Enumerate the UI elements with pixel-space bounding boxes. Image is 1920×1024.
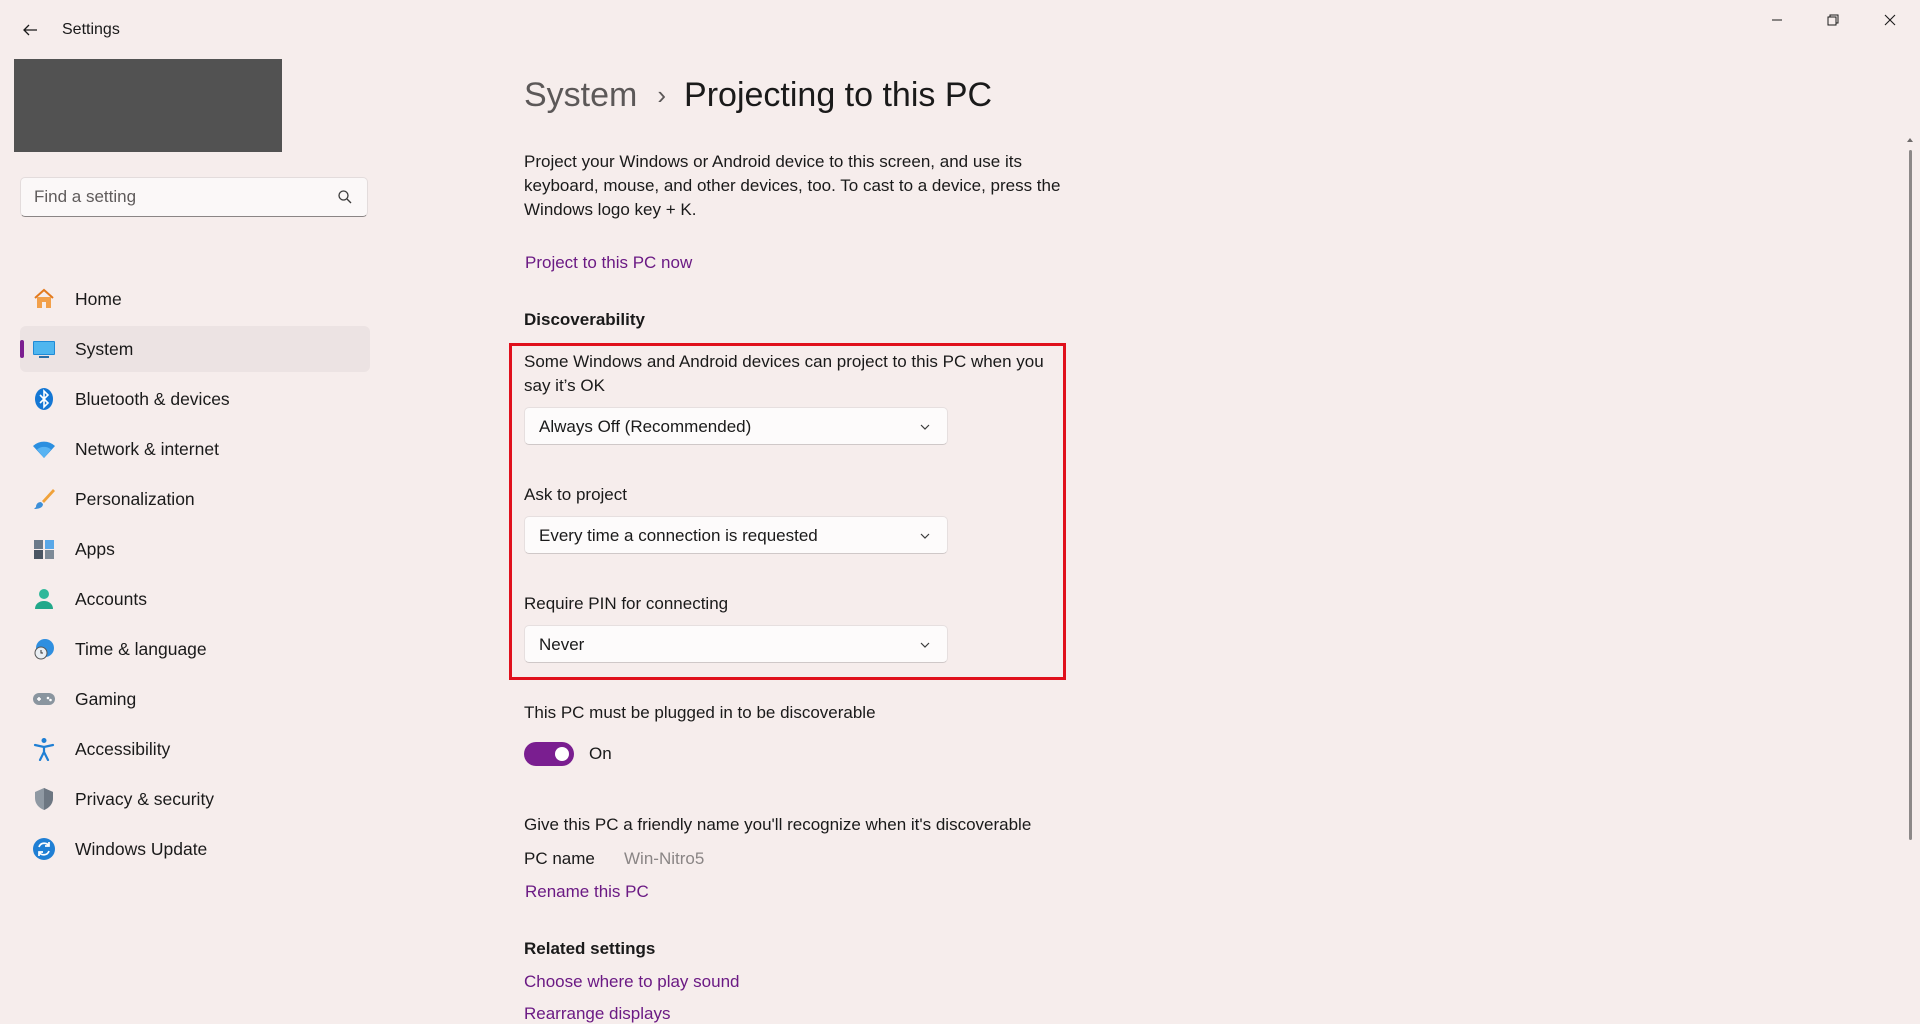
account-banner[interactable] [14,59,282,152]
restore-icon [1827,14,1839,26]
scrollbar[interactable] [1906,136,1914,840]
project-to-pc-link[interactable]: Project to this PC now [525,253,692,273]
plugged-in-toggle[interactable] [524,742,574,766]
chevron-down-icon [920,424,930,430]
back-arrow-icon [23,24,37,36]
search-icon[interactable] [337,189,353,205]
sidebar-item-label: Time & language [75,639,207,659]
back-button[interactable] [16,16,44,44]
toggle-state-label: On [589,744,612,763]
minimize-button[interactable] [1749,4,1805,36]
sidebar-item-gaming[interactable]: Gaming [20,676,370,722]
shield-icon [32,787,56,811]
app-title: Settings [62,21,120,38]
sidebar-item-accounts[interactable]: Accounts [20,576,370,622]
pc-name-label: PC name [524,849,595,868]
sidebar-item-label: Bluetooth & devices [75,389,230,409]
bluetooth-icon [32,387,56,411]
related-link-sound[interactable]: Choose where to play sound [524,972,739,992]
sidebar-item-windows-update[interactable]: Windows Update [20,826,370,872]
chevron-down-icon [920,533,930,539]
sidebar-item-label: Privacy & security [75,789,215,809]
chevron-down-icon [920,642,930,648]
require-pin-dropdown[interactable]: Never [524,625,948,663]
accounts-icon [32,587,56,611]
breadcrumb-chevron-icon: › [657,79,667,110]
sidebar-item-label: Home [75,289,122,309]
accessibility-icon [32,737,56,761]
scroll-thumb[interactable] [1909,150,1912,840]
sidebar-item-label: Accounts [75,589,147,609]
brush-icon [32,487,56,511]
sidebar-item-time-language[interactable]: Time & language [20,626,370,672]
minimize-icon [1772,19,1782,21]
discoverability-heading: Discoverability [524,310,645,329]
related-link-displays[interactable]: Rearrange displays [524,1004,670,1024]
apps-icon [32,537,56,561]
gamepad-icon [32,687,56,711]
close-button[interactable] [1862,4,1918,36]
availability-dropdown[interactable]: Always Off (Recommended) [524,407,948,445]
sidebar-item-label: Gaming [75,689,137,709]
home-icon [32,287,56,311]
availability-label: Some Windows and Android devices can pro… [524,352,1044,395]
rename-pc-link[interactable]: Rename this PC [525,882,649,902]
sidebar-item-personalization[interactable]: Personalization [20,476,370,522]
sidebar-item-label: Apps [75,539,115,559]
sidebar-nav: Home System Bluetooth & devices Network … [20,276,370,876]
search-box[interactable] [20,177,368,217]
require-pin-label: Require PIN for connecting [524,594,729,613]
toggle-knob [555,747,569,761]
title-bar: Settings [0,0,1920,60]
scroll-up-arrow-icon[interactable] [1906,136,1914,144]
ask-to-project-value: Every time a connection is requested [539,526,818,545]
page-description: Project your Windows or Android device t… [524,152,1061,219]
selection-indicator [20,340,24,358]
page-title: Projecting to this PC [684,75,993,114]
sidebar-item-network[interactable]: Network & internet [20,426,370,472]
sidebar-item-label: Network & internet [75,439,219,459]
sidebar-item-system[interactable]: System [20,326,370,372]
plugged-in-label: This PC must be plugged in to be discove… [524,703,876,722]
search-input[interactable] [21,178,334,216]
update-icon [32,837,56,861]
sidebar-item-home[interactable]: Home [20,276,370,322]
ask-to-project-label: Ask to project [524,485,627,504]
sidebar-item-apps[interactable]: Apps [20,526,370,572]
close-icon [1884,14,1896,26]
availability-value: Always Off (Recommended) [539,417,752,436]
sidebar-item-bluetooth[interactable]: Bluetooth & devices [20,376,370,422]
sidebar-item-label: System [75,339,134,359]
sidebar-item-accessibility[interactable]: Accessibility [20,726,370,772]
sidebar-item-label: Personalization [75,489,195,509]
require-pin-value: Never [539,635,585,654]
friendly-name-label: Give this PC a friendly name you'll reco… [524,815,1032,834]
sidebar-item-privacy-security[interactable]: Privacy & security [20,776,370,822]
ask-to-project-dropdown[interactable]: Every time a connection is requested [524,516,948,554]
related-settings-heading: Related settings [524,939,656,958]
sidebar-item-label: Windows Update [75,839,208,859]
globe-clock-icon [32,637,56,661]
breadcrumb: System › Projecting to this PC [524,70,992,120]
pc-name-value: Win-Nitro5 [624,849,705,868]
restore-button[interactable] [1805,4,1861,36]
breadcrumb-parent[interactable]: System [524,76,637,115]
sidebar-item-label: Accessibility [75,739,171,759]
wifi-icon [32,437,56,461]
system-icon [32,337,56,361]
